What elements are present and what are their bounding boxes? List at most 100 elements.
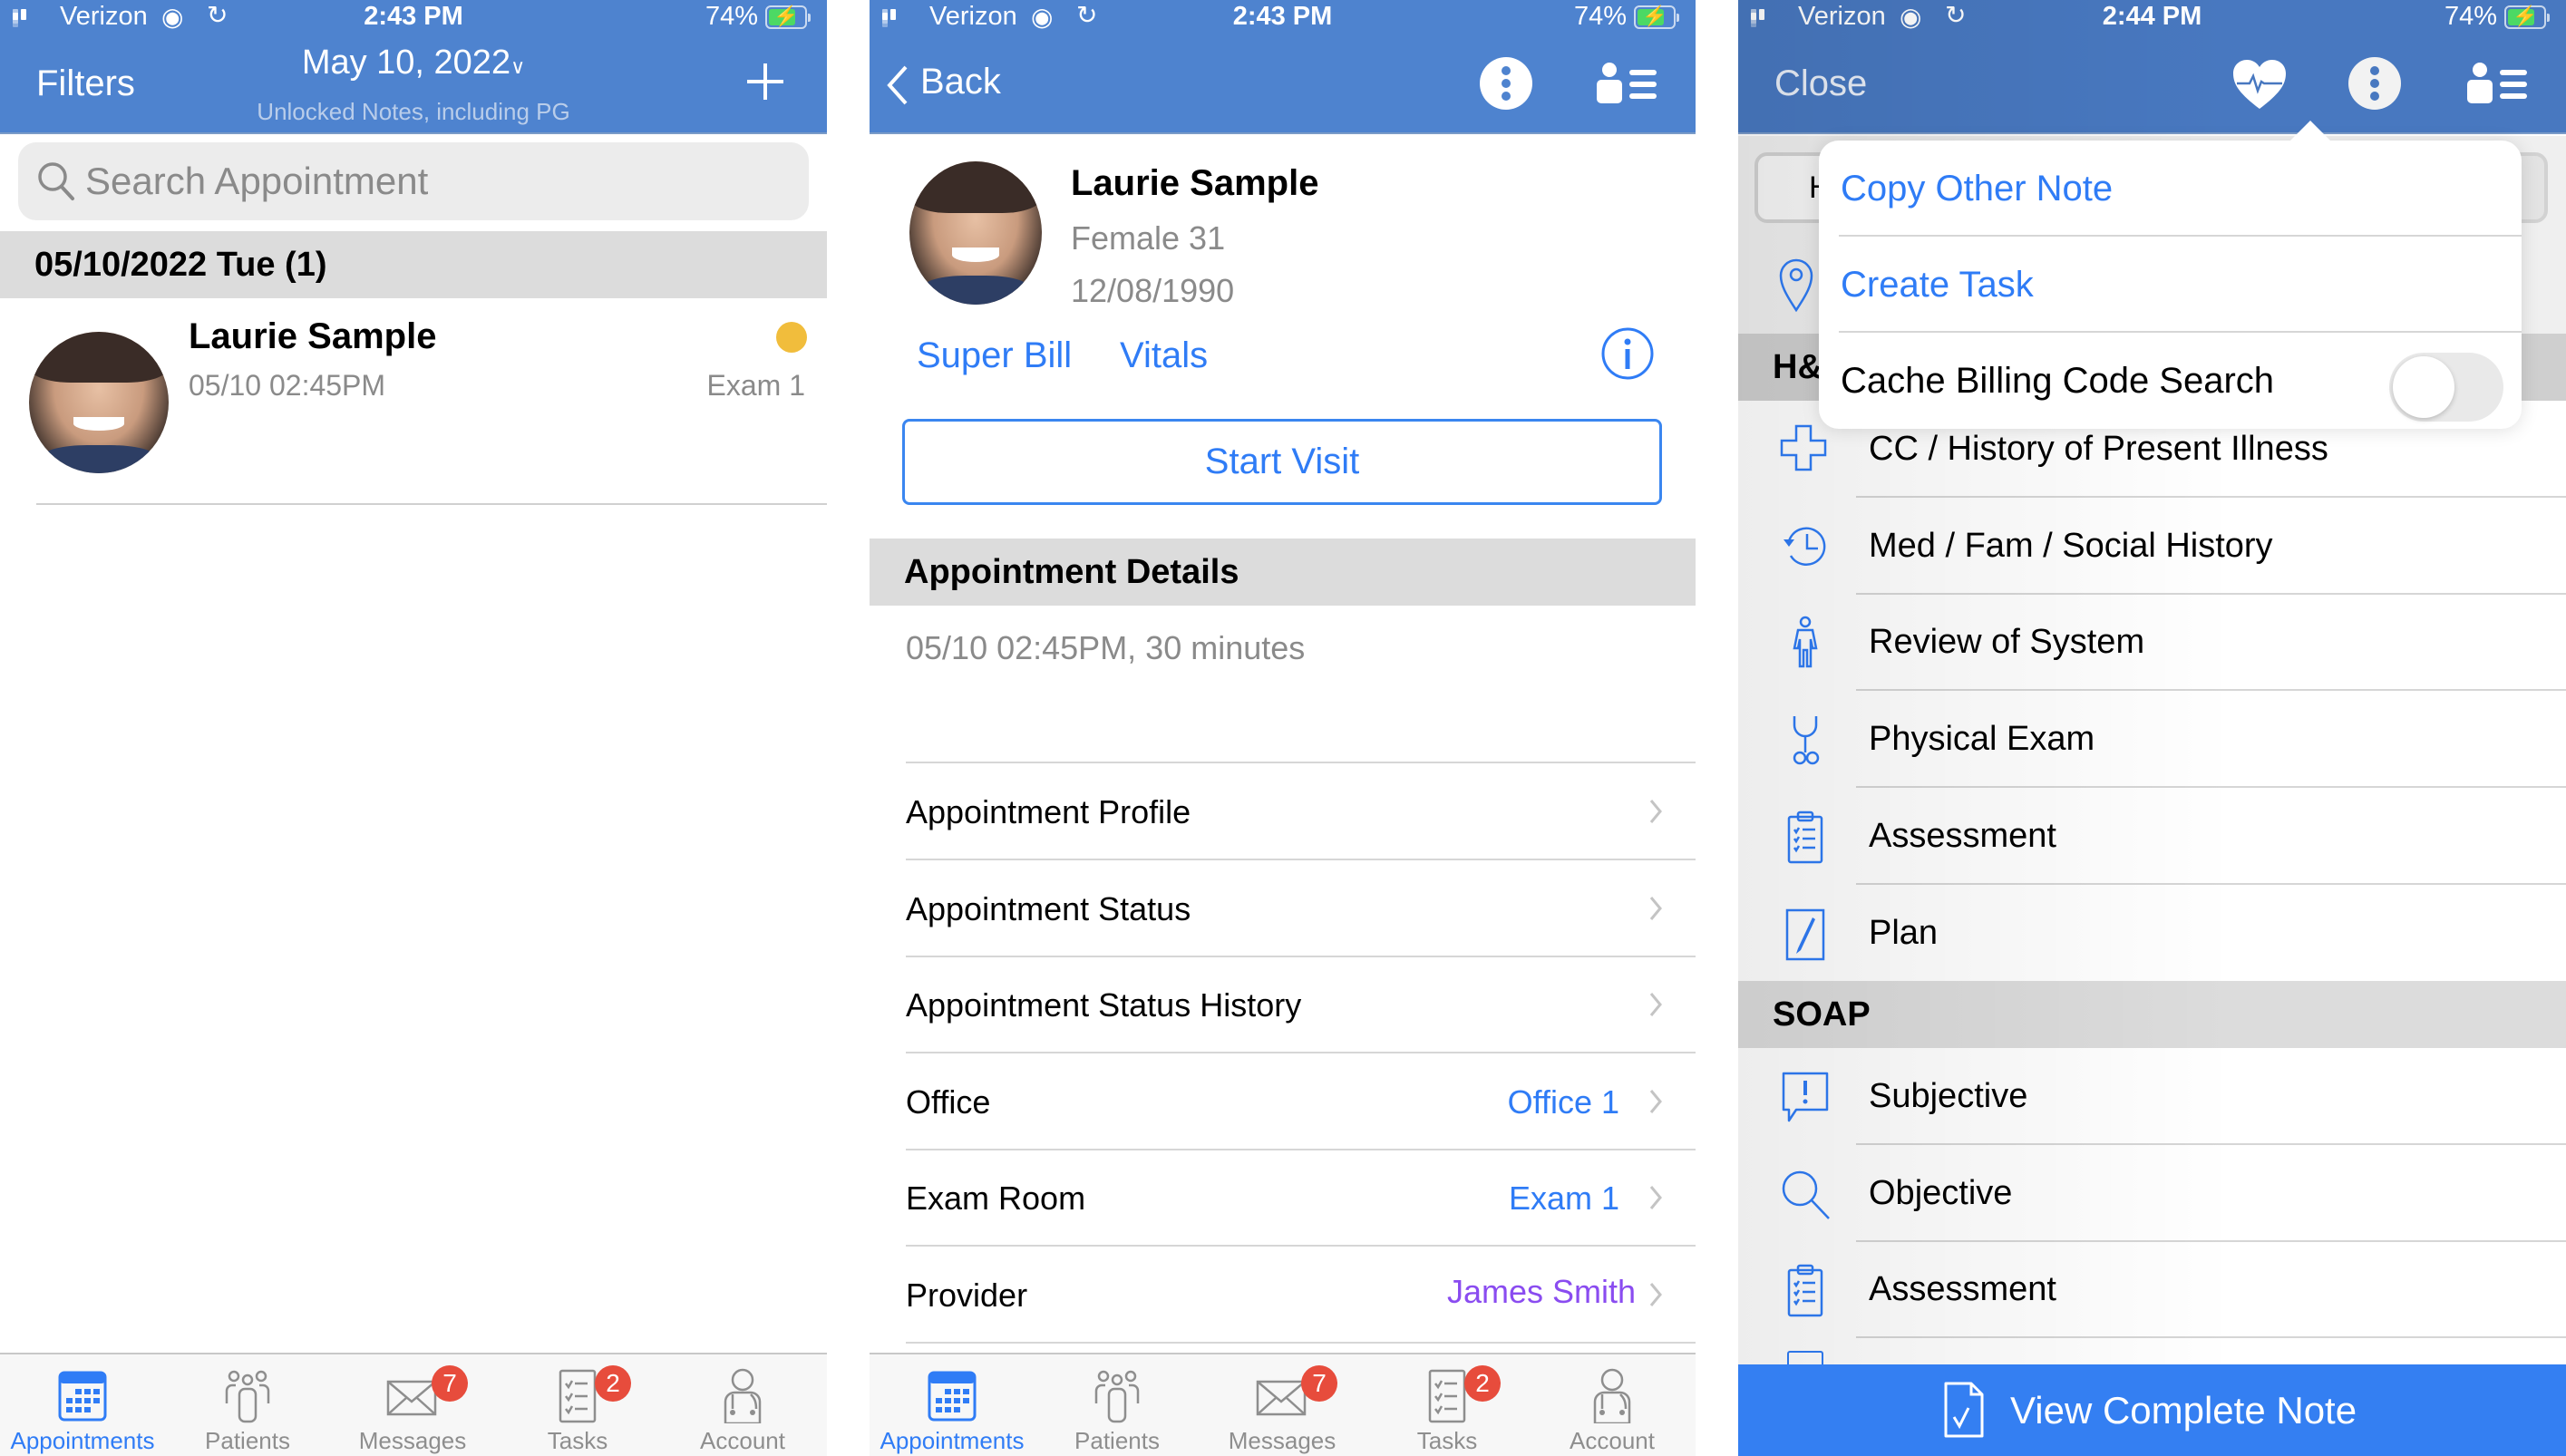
medical-cross-icon xyxy=(1780,424,1827,471)
status-bar: Verizon ◉ ↻ 2:43 PM 74% ⚡ xyxy=(0,0,827,36)
chevron-left-icon xyxy=(887,65,908,105)
info-icon[interactable] xyxy=(1600,326,1655,385)
patient-list-icon[interactable] xyxy=(1595,62,1660,110)
battery-icon: ⚡ xyxy=(1634,5,1679,29)
status-bar: Verizon ◉ ↻ 2:43 PM 74% ⚡ xyxy=(870,0,1696,36)
search-field[interactable] xyxy=(18,142,809,220)
vitals-link[interactable]: Vitals xyxy=(1120,335,1208,376)
office-row[interactable]: Office Office 1 xyxy=(870,1053,1696,1150)
tab-label: Appointments xyxy=(10,1427,155,1454)
clipboard-checklist-icon xyxy=(1787,1264,1823,1317)
tab-appointments[interactable]: Appointments xyxy=(870,1354,1035,1456)
exam-room-label: Exam 1 xyxy=(706,369,805,402)
tab-label: Messages xyxy=(1228,1427,1336,1454)
tab-account[interactable]: Account xyxy=(1530,1354,1695,1456)
back-label: Back xyxy=(920,62,1001,102)
navigation-bar: Verizon ◉ ↻ 2:43 PM 74% ⚡ Back xyxy=(870,0,1696,134)
option-label: Copy Other Note xyxy=(1841,169,2114,209)
appointment-profile-row[interactable]: Appointment Profile xyxy=(870,763,1696,860)
row-divider xyxy=(36,503,827,505)
partial-row-icon xyxy=(1787,1351,1823,1365)
appointment-status-history-row[interactable]: Appointment Status History xyxy=(870,956,1696,1053)
note-section-subjective[interactable]: Subjective xyxy=(1738,1048,2566,1145)
row-label: Assessment xyxy=(1869,817,2056,855)
more-vertical-icon[interactable] xyxy=(2347,56,2402,115)
appointment-status-row[interactable]: Appointment Status xyxy=(870,860,1696,957)
start-visit-button[interactable]: Start Visit xyxy=(902,419,1662,505)
note-section-review-of-system[interactable]: Review of System xyxy=(1738,594,2566,691)
tab-account[interactable]: Account xyxy=(660,1354,825,1456)
row-label: Physical Exam xyxy=(1869,720,2095,758)
doctor-account-icon xyxy=(724,1368,762,1423)
date-picker-button[interactable]: May 10, 2022∨ xyxy=(0,44,827,83)
tasks-badge: 2 xyxy=(595,1365,631,1402)
cache-billing-code-search-option: Cache Billing Code Search xyxy=(1819,333,2522,429)
speech-exclamation-icon xyxy=(1782,1072,1829,1122)
date-title: May 10, 2022 xyxy=(301,44,511,82)
chevron-right-icon xyxy=(1649,1090,1662,1113)
appointment-details-header: Appointment Details xyxy=(870,539,1696,606)
filter-subtitle: Unlocked Notes, including PG xyxy=(257,98,570,125)
soap-section-header: SOAP xyxy=(1738,981,2566,1048)
row-label: Appointment Profile xyxy=(906,793,1191,830)
location-pin-icon[interactable] xyxy=(1778,257,1814,316)
patient-name: Laurie Sample xyxy=(189,316,437,356)
row-label: Appointment Status xyxy=(906,890,1191,927)
tab-label: Patients xyxy=(205,1427,290,1454)
note-section-soap-assessment[interactable]: Assessment xyxy=(1738,1241,2566,1338)
chevron-right-icon xyxy=(1649,1186,1662,1209)
row-label: Objective xyxy=(1869,1174,2013,1212)
tab-appointments[interactable]: Appointments xyxy=(0,1354,165,1456)
patient-avatar xyxy=(29,332,169,473)
patient-list-icon[interactable] xyxy=(2465,62,2531,110)
tab-tasks[interactable]: 2 Tasks xyxy=(1365,1354,1530,1456)
note-section-plan[interactable]: Plan xyxy=(1738,885,2566,982)
close-button[interactable]: Close xyxy=(1774,63,1867,104)
note-section-med-fam-social[interactable]: Med / Fam / Social History xyxy=(1738,498,2566,595)
appointment-row[interactable]: Laurie Sample 05/10 02:45PM Exam 1 xyxy=(0,296,827,505)
view-complete-note-button[interactable]: View Complete Note xyxy=(1738,1364,2566,1456)
tab-tasks[interactable]: 2 Tasks xyxy=(495,1354,660,1456)
history-clock-icon xyxy=(1784,527,1826,566)
tab-label: Account xyxy=(700,1427,785,1454)
battery-percent: 74% xyxy=(705,2,758,31)
status-time: 2:44 PM xyxy=(2102,2,2202,31)
tab-messages[interactable]: 7 Messages xyxy=(1200,1354,1365,1456)
messages-badge: 7 xyxy=(432,1365,468,1402)
note-section-assessment[interactable]: Assessment xyxy=(1738,788,2566,885)
note-section-physical-exam[interactable]: Physical Exam xyxy=(1738,691,2566,788)
provider-value: James Smith xyxy=(1446,1273,1636,1310)
create-task-option[interactable]: Create Task xyxy=(1819,237,2522,333)
stethoscope-icon xyxy=(1793,716,1820,765)
row-label: Appointment Status History xyxy=(906,986,1302,1024)
search-icon xyxy=(36,160,76,207)
tab-patients[interactable]: Patients xyxy=(165,1354,330,1456)
note-section-objective[interactable]: Objective xyxy=(1738,1145,2566,1242)
super-bill-link[interactable]: Super Bill xyxy=(917,335,1072,376)
search-input[interactable] xyxy=(85,142,792,220)
provider-row[interactable]: Provider James Smith xyxy=(870,1247,1696,1344)
patients-icon xyxy=(225,1370,270,1423)
tab-messages[interactable]: 7 Messages xyxy=(330,1354,495,1456)
tab-label: Account xyxy=(1570,1427,1655,1454)
calendar-icon xyxy=(928,1371,977,1422)
row-label: Review of System xyxy=(1869,623,2145,661)
option-label: Create Task xyxy=(1841,265,2034,305)
person-body-icon xyxy=(1793,616,1818,668)
clipboard-checklist-icon xyxy=(1787,811,1823,864)
heart-pulse-icon[interactable] xyxy=(2231,58,2288,115)
cache-billing-toggle[interactable] xyxy=(2389,353,2503,422)
plus-icon[interactable] xyxy=(744,60,787,108)
navigation-bar: Verizon ◉ ↻ 2:43 PM 74% ⚡ Filters May 10… xyxy=(0,0,827,134)
copy-other-note-option[interactable]: Copy Other Note xyxy=(1819,141,2522,237)
more-vertical-icon[interactable] xyxy=(1479,56,1533,115)
chevron-right-icon xyxy=(1649,897,1662,920)
status-time: 2:43 PM xyxy=(1232,2,1333,31)
row-label: Provider xyxy=(906,1276,1028,1314)
tab-patients[interactable]: Patients xyxy=(1035,1354,1200,1456)
exam-room-row[interactable]: Exam Room Exam 1 xyxy=(870,1150,1696,1247)
appointment-time: 05/10 02:45PM xyxy=(189,369,386,402)
chevron-down-icon: ∨ xyxy=(510,55,526,78)
row-label: Exam Room xyxy=(906,1179,1086,1217)
exam-room-value: Exam 1 xyxy=(1508,1179,1619,1217)
